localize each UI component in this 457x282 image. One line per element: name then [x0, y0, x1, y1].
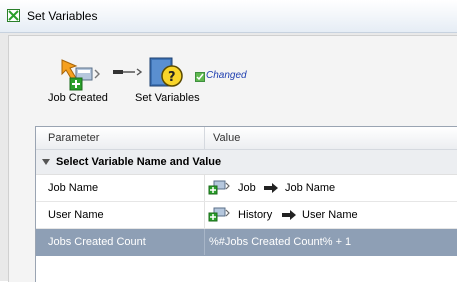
parameter-name: Jobs Created Count — [48, 236, 146, 248]
parameter-name: Job Name — [48, 182, 99, 194]
table-row-job-name[interactable]: Job Name Job Job Name — [36, 175, 457, 202]
column-separator[interactable] — [204, 127, 205, 149]
parameter-grid: Parameter Value Select Variable Name and… — [35, 126, 457, 282]
node-label-set-variables: Set Variables — [135, 92, 200, 104]
value-target: Job Name — [285, 182, 336, 194]
changed-label: Changed — [206, 70, 247, 81]
value-expression[interactable]: %#Jobs Created Count% + 1 — [209, 236, 351, 248]
window-title: Set Variables — [27, 9, 98, 23]
node-label-job-created: Job Created — [48, 92, 108, 104]
group-label: Select Variable Name and Value — [56, 156, 222, 168]
cell-separator — [204, 229, 205, 255]
value-target: User Name — [302, 209, 358, 221]
group-row-select-variable[interactable]: Select Variable Name and Value — [36, 150, 457, 175]
set-variables-icon: ? — [149, 57, 183, 87]
column-header-value[interactable]: Value — [213, 132, 240, 144]
history-variable-icon — [208, 207, 230, 222]
column-header-parameter[interactable]: Parameter — [48, 132, 99, 144]
cell-separator — [204, 202, 205, 228]
title-bar[interactable]: Set Variables — [0, 0, 457, 33]
svg-text:?: ? — [168, 70, 176, 85]
arrow-right-icon — [282, 210, 296, 220]
table-row-jobs-created-count[interactable]: Jobs Created Count %#Jobs Created Count%… — [36, 229, 457, 256]
grid-header: Parameter Value — [36, 127, 457, 150]
table-row-user-name[interactable]: User Name History User Name — [36, 202, 457, 229]
collapse-arrow-icon[interactable] — [42, 159, 50, 165]
value-source: Job — [238, 182, 256, 194]
app-icon — [7, 9, 20, 22]
job-created-icon — [61, 59, 100, 91]
changed-checkbox[interactable] — [195, 72, 205, 82]
job-variable-icon — [208, 180, 230, 195]
workflow-node-job-created[interactable]: Job Created — [40, 54, 120, 109]
parameter-name: User Name — [48, 209, 104, 221]
arrow-right-icon — [264, 183, 278, 193]
cell-separator — [204, 175, 205, 201]
value-source: History — [238, 209, 273, 221]
check-icon — [196, 73, 204, 81]
